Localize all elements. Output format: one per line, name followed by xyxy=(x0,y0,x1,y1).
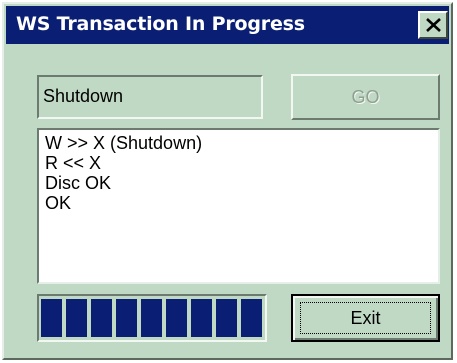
log-line: OK xyxy=(45,193,72,213)
close-button[interactable] xyxy=(418,11,448,39)
log-line: W >> X (Shutdown) xyxy=(45,133,203,153)
log-line: R << X xyxy=(45,153,102,173)
progress-fill xyxy=(41,299,263,337)
status-field: Shutdown xyxy=(37,75,263,119)
go-button[interactable]: GO xyxy=(291,74,440,120)
dialog-window: WS Transaction In Progress Shutdown GO W… xyxy=(2,2,453,360)
exit-button-label: Exit xyxy=(350,308,381,328)
close-x-icon xyxy=(426,18,441,32)
exit-button[interactable]: Exit xyxy=(291,294,440,342)
progress-bar xyxy=(37,294,267,342)
title-bar[interactable]: WS Transaction In Progress xyxy=(6,6,449,44)
transaction-log[interactable]: W >> X (Shutdown) R << X Disc OK OK xyxy=(37,128,440,284)
window-title: WS Transaction In Progress xyxy=(16,13,305,35)
log-line: Disc OK xyxy=(45,173,112,193)
